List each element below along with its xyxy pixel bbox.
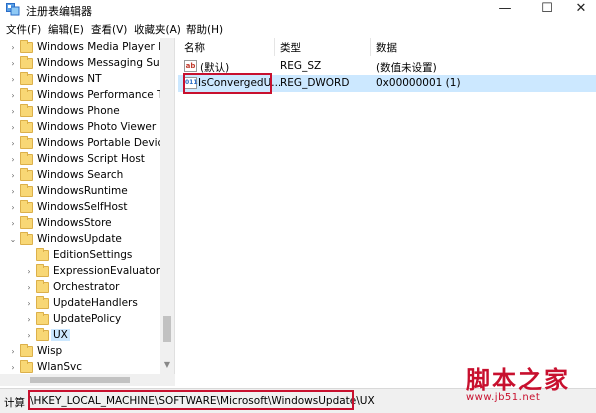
close-button[interactable]: ✕ [566, 0, 596, 20]
expand-arrow-icon[interactable]: › [24, 328, 34, 344]
registry-editor-window: 注册表编辑器 — ☐ ✕ 文件(F) 编辑(E) 查看(V) 收藏夹(A) 帮助… [0, 0, 596, 413]
maximize-button[interactable]: ☐ [530, 0, 564, 20]
folder-icon [20, 104, 33, 117]
value-data: (数值未设置) [376, 62, 437, 74]
expand-arrow-icon[interactable]: › [8, 40, 18, 56]
menu-view[interactable]: 查看(V) [91, 22, 127, 37]
value-type: REG_DWORD [280, 77, 350, 89]
menu-edit[interactable]: 编辑(E) [48, 22, 84, 37]
expand-arrow-icon[interactable]: › [8, 136, 18, 152]
scroll-down-arrow-icon[interactable]: ▼ [160, 358, 174, 372]
folder-icon [20, 136, 33, 149]
expand-arrow-icon[interactable]: › [8, 200, 18, 216]
tree-item-label: Windows Photo Viewer [37, 121, 157, 133]
column-separator[interactable] [370, 38, 371, 56]
tree-item-label: WindowsSelfHost [37, 201, 128, 213]
expand-arrow-icon[interactable]: › [8, 88, 18, 104]
menu-bar: 文件(F) 编辑(E) 查看(V) 收藏夹(A) 帮助(H) [0, 20, 596, 38]
folder-icon [36, 280, 49, 293]
tree-item-label: UpdatePolicy [53, 313, 122, 325]
folder-icon [36, 264, 49, 277]
tree-item-label: Windows Media Player NS [37, 41, 173, 53]
folder-icon [36, 248, 49, 261]
expand-arrow-icon[interactable]: › [8, 120, 18, 136]
tree-item-label: Windows Messaging Subs [37, 57, 172, 69]
window-title: 注册表编辑器 [26, 5, 92, 18]
status-label: 计算 [4, 397, 25, 409]
expand-arrow-icon[interactable]: › [8, 152, 18, 168]
expand-arrow-icon[interactable]: › [24, 296, 34, 312]
column-header-type[interactable]: 类型 [280, 40, 301, 55]
folder-icon [20, 184, 33, 197]
value-type: REG_SZ [280, 60, 322, 72]
watermark-logo: 脚本之家 www.jb51.net [466, 360, 592, 410]
folder-icon [20, 72, 33, 85]
column-separator[interactable] [274, 38, 275, 56]
folder-icon [20, 232, 33, 245]
tree-item-label: Windows NT [37, 73, 102, 85]
folder-icon [20, 216, 33, 229]
folder-icon [20, 360, 33, 373]
registry-tree[interactable]: › Windows Media Player NS › Windows Mess… [0, 38, 175, 374]
expand-arrow-icon[interactable]: › [8, 344, 18, 360]
tree-item-label: ExpressionEvaluators [53, 265, 166, 277]
highlight-box [183, 73, 272, 94]
expand-arrow-icon [24, 248, 34, 264]
folder-icon [20, 120, 33, 133]
folder-icon [20, 200, 33, 213]
menu-help[interactable]: 帮助(H) [186, 22, 223, 37]
tree-item-label: Wisp [37, 345, 63, 357]
highlight-box [28, 390, 354, 410]
tree-item-label: UpdateHandlers [53, 297, 138, 309]
folder-icon [36, 328, 49, 341]
folder-icon [36, 296, 49, 309]
string-value-icon: ab [184, 60, 197, 72]
folder-icon [20, 168, 33, 181]
expand-arrow-icon[interactable]: › [24, 264, 34, 280]
expand-arrow-icon[interactable]: › [8, 184, 18, 200]
tree-item-label: Windows Performance Too [37, 89, 175, 101]
watermark-title: 脚本之家 [466, 365, 570, 394]
tree-horizontal-scrollbar[interactable] [0, 374, 175, 386]
folder-icon [20, 344, 33, 357]
column-header-name[interactable]: 名称 [184, 40, 205, 55]
tree-item-label: EditionSettings [53, 249, 133, 261]
tree-item-label: Windows Script Host [37, 153, 145, 165]
expand-arrow-icon[interactable]: › [8, 104, 18, 120]
folder-icon [20, 40, 33, 53]
tree-item-label: WindowsRuntime [37, 185, 128, 197]
collapse-arrow-icon[interactable]: ⌄ [8, 232, 18, 248]
expand-arrow-icon[interactable]: › [8, 168, 18, 184]
tree-item-label: Windows Search [37, 169, 124, 181]
minimize-button[interactable]: — [488, 0, 522, 20]
tree-item-label: Orchestrator [53, 281, 120, 293]
expand-arrow-icon[interactable]: › [8, 72, 18, 88]
scrollbar-thumb[interactable] [30, 377, 130, 383]
folder-icon [20, 152, 33, 165]
folder-icon [36, 312, 49, 325]
expand-arrow-icon[interactable]: › [8, 216, 18, 232]
folder-icon [20, 88, 33, 101]
tree-item-label: UX [51, 329, 70, 341]
folder-icon [20, 56, 33, 69]
value-data: 0x00000001 (1) [376, 77, 461, 89]
registry-editor-icon [6, 3, 20, 16]
scrollbar-thumb[interactable] [163, 316, 171, 342]
column-header-data[interactable]: 数据 [376, 40, 397, 55]
expand-arrow-icon[interactable]: › [8, 360, 18, 374]
tree-item-label: Windows Portable Devices [37, 137, 175, 149]
expand-arrow-icon[interactable]: › [24, 312, 34, 328]
expand-arrow-icon[interactable]: › [8, 56, 18, 72]
tree-item-label: WlanSvc [37, 361, 83, 373]
tree-item-label: WindowsStore [37, 217, 112, 229]
tree-item-label: Windows Phone [37, 105, 120, 117]
expand-arrow-icon[interactable]: › [24, 280, 34, 296]
tree-vertical-scrollbar[interactable]: ▼ [160, 38, 174, 374]
tree-item-label: WindowsUpdate [37, 233, 122, 245]
menu-file[interactable]: 文件(F) [6, 22, 41, 37]
menu-favorites[interactable]: 收藏夹(A) [134, 22, 181, 37]
title-bar: 注册表编辑器 — ☐ ✕ [0, 0, 596, 20]
values-list[interactable]: 名称 类型 数据 ab (默认) REG_SZ (数值未设置) 011 IsCo… [178, 38, 596, 386]
watermark-url: www.jb51.net [466, 392, 541, 403]
